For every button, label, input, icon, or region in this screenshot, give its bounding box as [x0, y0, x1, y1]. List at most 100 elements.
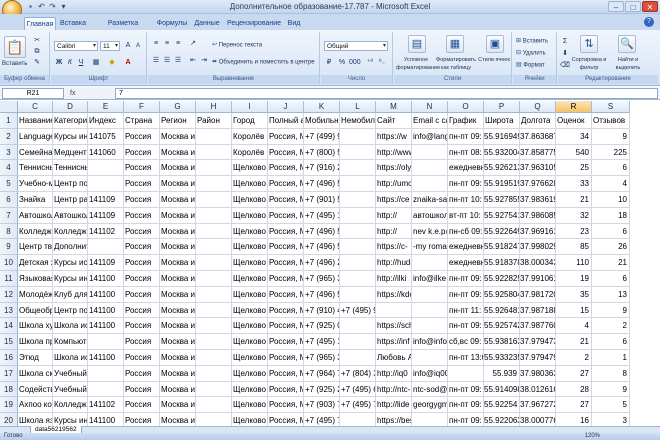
- table-cell[interactable]: пн-пт 09:: [448, 286, 484, 303]
- table-cell[interactable]: 55.926481: [484, 302, 520, 319]
- table-cell[interactable]: 9: [592, 381, 630, 398]
- table-cell[interactable]: Москва и область: [160, 365, 196, 382]
- font-name-select[interactable]: Calibri: [54, 41, 98, 51]
- table-cell[interactable]: 110: [556, 255, 592, 271]
- table-cell[interactable]: 55.914098: [484, 381, 520, 398]
- table-cell[interactable]: Щелково: [232, 381, 268, 398]
- table-cell[interactable]: 55.916949: [484, 128, 520, 145]
- table-cell[interactable]: Школа ск: [18, 365, 53, 382]
- table-cell[interactable]: Любовь Александровна: [376, 350, 412, 366]
- table-cell[interactable]: 26: [592, 239, 630, 256]
- tab-view[interactable]: Вид: [286, 17, 302, 30]
- tab-formulas[interactable]: Формулы: [156, 17, 188, 30]
- table-cell[interactable]: Теннисны: [18, 160, 53, 177]
- table-cell[interactable]: Клуб для: [53, 286, 88, 303]
- orientation-icon[interactable]: ↗: [188, 39, 198, 49]
- table-cell[interactable]: [196, 286, 232, 303]
- table-cell[interactable]: 55.918247: [484, 239, 520, 256]
- table-cell[interactable]: [88, 160, 124, 177]
- table-cell[interactable]: 55.939: [484, 365, 520, 382]
- align-right-icon[interactable]: ☰: [173, 56, 183, 66]
- cell-styles-button[interactable]: Стили ячеек: [478, 56, 510, 64]
- table-header-cell[interactable]: Email с са: [412, 113, 448, 129]
- table-cell[interactable]: 141075: [88, 128, 124, 145]
- table-cell[interactable]: -my romar: [412, 239, 448, 256]
- table-cell[interactable]: Колледж: [53, 223, 88, 240]
- table-cell[interactable]: info@iq007.ru,: [412, 365, 448, 382]
- table-cell[interactable]: 141102: [88, 397, 124, 414]
- column-header-s[interactable]: S: [592, 101, 630, 113]
- row-header[interactable]: 5: [0, 176, 18, 192]
- table-cell[interactable]: Щелково: [232, 397, 268, 414]
- table-cell[interactable]: [196, 255, 232, 271]
- table-cell[interactable]: [196, 192, 232, 208]
- table-cell[interactable]: Колледж: [18, 223, 53, 240]
- table-cell[interactable]: ntc-sod@m: [412, 381, 448, 398]
- table-cell[interactable]: Учебный центр | Дополн: [53, 381, 88, 398]
- table-cell[interactable]: 18: [592, 207, 630, 224]
- table-cell[interactable]: 141060: [88, 144, 124, 161]
- table-cell[interactable]: +7 (496) 5: [304, 239, 340, 256]
- table-cell[interactable]: 35: [556, 286, 592, 303]
- table-cell[interactable]: 5: [592, 397, 630, 414]
- table-cell[interactable]: 55.927855: [484, 192, 520, 208]
- table-cell[interactable]: Щелково: [232, 160, 268, 177]
- row-header[interactable]: 16: [0, 350, 18, 366]
- table-cell[interactable]: Школа яз: [18, 413, 53, 426]
- paste-button[interactable]: Вставить: [2, 60, 27, 68]
- table-cell[interactable]: [340, 207, 376, 224]
- table-cell[interactable]: https://w: [376, 128, 412, 145]
- find-select-icon[interactable]: 🔍: [618, 35, 636, 53]
- table-cell[interactable]: [340, 255, 376, 271]
- table-cell[interactable]: Центр повышения квали: [53, 176, 88, 192]
- select-all-corner[interactable]: [0, 101, 18, 113]
- table-cell[interactable]: Россия, Московская: [268, 207, 304, 224]
- table-cell[interactable]: Щелково: [232, 271, 268, 287]
- table-cell[interactable]: 19: [556, 271, 592, 287]
- table-cell[interactable]: https://olympic-tenni: [376, 160, 412, 177]
- table-cell[interactable]: Москва и область: [160, 160, 196, 177]
- currency-icon[interactable]: ₽: [324, 58, 334, 68]
- table-cell[interactable]: [340, 239, 376, 256]
- table-cell[interactable]: Россия, Московская: [268, 176, 304, 192]
- table-cell[interactable]: Москва и область: [160, 271, 196, 287]
- table-cell[interactable]: 37.980363: [520, 365, 556, 382]
- table-cell[interactable]: [340, 128, 376, 145]
- table-cell[interactable]: [196, 318, 232, 335]
- table-cell[interactable]: 37.986085: [520, 207, 556, 224]
- column-header-j[interactable]: J: [268, 101, 304, 113]
- table-cell[interactable]: 141100: [88, 318, 124, 335]
- format-cells-button[interactable]: ▤ Формат: [516, 61, 545, 70]
- table-cell[interactable]: Учебный центр | Дополн: [53, 365, 88, 382]
- table-cell[interactable]: [196, 176, 232, 192]
- table-cell[interactable]: Россия, М: [268, 302, 304, 319]
- table-cell[interactable]: Россия: [124, 255, 160, 271]
- table-cell[interactable]: https://kdcnavigator: [376, 286, 412, 303]
- table-cell[interactable]: сб,вс 09:: [448, 334, 484, 350]
- fill-color-icon[interactable]: ◆: [107, 58, 117, 68]
- thousands-icon[interactable]: 000: [349, 58, 361, 68]
- table-cell[interactable]: info@lang: [412, 128, 448, 145]
- table-cell[interactable]: 55.922649: [484, 223, 520, 240]
- row-header[interactable]: 18: [0, 381, 18, 398]
- row-header[interactable]: 6: [0, 192, 18, 208]
- table-cell[interactable]: 141100: [88, 350, 124, 366]
- table-cell[interactable]: Россия, М: [268, 397, 304, 414]
- table-cell[interactable]: 37.858775: [520, 144, 556, 161]
- table-cell[interactable]: +7 (916) 228-31-78: [304, 160, 340, 177]
- table-cell[interactable]: [196, 365, 232, 382]
- table-cell[interactable]: 1: [592, 350, 630, 366]
- table-cell[interactable]: автошкола-о: [412, 207, 448, 224]
- table-cell[interactable]: Автошкол: [53, 207, 88, 224]
- table-cell[interactable]: +7 (496) 5: [304, 286, 340, 303]
- table-cell[interactable]: 37.987760: [520, 318, 556, 335]
- table-cell[interactable]: Россия: [124, 128, 160, 145]
- decrease-decimal-icon[interactable]: ⁰₋: [377, 58, 387, 68]
- table-cell[interactable]: Курсы ин: [53, 413, 88, 426]
- formula-input[interactable]: 7: [115, 88, 658, 99]
- row-header[interactable]: 13: [0, 302, 18, 319]
- table-cell[interactable]: 21: [592, 255, 630, 271]
- borders-icon[interactable]: ▦: [91, 58, 101, 68]
- row-header[interactable]: 14: [0, 318, 18, 335]
- wrap-text-button[interactable]: ↩ Перенос текста: [212, 41, 262, 50]
